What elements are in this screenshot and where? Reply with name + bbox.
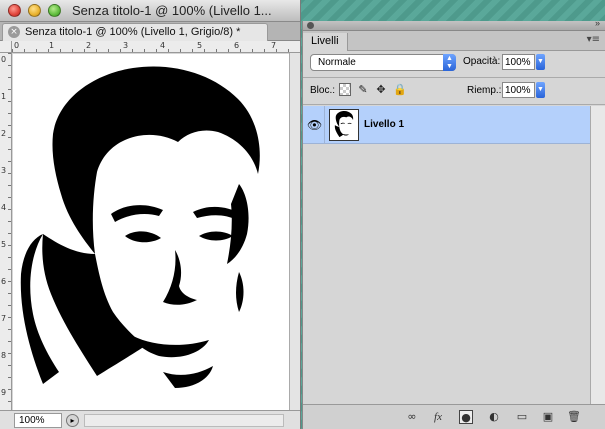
lock-position-icon[interactable]: ✥ bbox=[375, 83, 387, 96]
new-layer-icon[interactable]: ▣ bbox=[541, 410, 555, 424]
divider bbox=[303, 104, 605, 105]
lock-transparent-pixels-icon[interactable] bbox=[339, 83, 351, 96]
layer-thumbnail[interactable] bbox=[329, 109, 359, 141]
lock-image-pixels-icon[interactable]: ✎ bbox=[357, 83, 369, 96]
trash-icon[interactable]: 🗑 bbox=[567, 410, 581, 424]
layer-visibility-toggle[interactable]: 👁 bbox=[303, 106, 325, 144]
layer-row[interactable]: 👁 Livello 1 bbox=[303, 106, 590, 144]
select-arrows-icon: ▲ ▼ bbox=[443, 54, 456, 71]
ruler-tick: 7 bbox=[1, 314, 7, 323]
link-layers-icon[interactable]: ∞ bbox=[405, 410, 419, 424]
ruler-tick: 3 bbox=[123, 41, 129, 50]
document-status-bar: 100% ▸ bbox=[0, 410, 300, 429]
zoom-window-button[interactable] bbox=[48, 4, 61, 17]
ruler-tick: 6 bbox=[1, 277, 7, 286]
ruler-tick: 8 bbox=[1, 351, 7, 360]
lock-label: Bloc.: bbox=[310, 85, 336, 96]
layers-scrollbar[interactable] bbox=[590, 106, 605, 404]
opacity-dropdown-icon[interactable]: ▼ bbox=[536, 54, 545, 70]
divider bbox=[303, 77, 605, 78]
vertical-ruler[interactable]: 0 1 2 3 4 5 6 7 8 9 bbox=[0, 53, 12, 410]
ruler-tick: 5 bbox=[197, 41, 203, 50]
ruler-tick: 0 bbox=[1, 55, 7, 64]
fill-dropdown-icon[interactable]: ▼ bbox=[536, 82, 545, 98]
close-window-button[interactable] bbox=[8, 4, 21, 17]
document-canvas[interactable] bbox=[13, 54, 289, 410]
opacity-field[interactable]: 100% bbox=[502, 54, 535, 70]
panel-close-icon[interactable] bbox=[307, 22, 314, 29]
ruler-tick: 1 bbox=[1, 92, 7, 101]
panel-tabbar: Livelli ▾≡ bbox=[303, 31, 605, 51]
tab-close-icon[interactable]: × bbox=[8, 26, 20, 38]
lock-all-icon[interactable]: 🔒 bbox=[393, 83, 407, 96]
fill-label: Riemp.: bbox=[467, 85, 502, 96]
new-group-icon[interactable]: ▭ bbox=[515, 410, 529, 424]
ruler-tick: 2 bbox=[1, 129, 7, 138]
ruler-tick: 4 bbox=[160, 41, 166, 50]
horizontal-scrollbar[interactable] bbox=[84, 414, 284, 427]
ruler-origin[interactable] bbox=[0, 41, 12, 53]
minimize-window-button[interactable] bbox=[28, 4, 41, 17]
ruler-tick: 7 bbox=[271, 41, 277, 50]
document-window: Senza titolo-1 @ 100% (Livello 1... × Se… bbox=[0, 0, 301, 429]
zoom-field[interactable]: 100% bbox=[14, 413, 62, 428]
portrait-artwork bbox=[20, 66, 260, 388]
layer-name[interactable]: Livello 1 bbox=[364, 119, 404, 130]
add-mask-icon[interactable]: ● bbox=[459, 410, 473, 424]
collapse-panel-icon[interactable]: » bbox=[595, 18, 600, 28]
horizontal-ruler[interactable]: 0 1 2 3 4 5 6 7 bbox=[12, 41, 300, 53]
document-tab[interactable]: × Senza titolo-1 @ 100% (Livello 1, Grig… bbox=[2, 23, 268, 41]
window-title: Senza titolo-1 @ 100% (Livello 1... bbox=[72, 3, 272, 18]
vertical-scrollbar[interactable] bbox=[289, 53, 300, 410]
fx-icon[interactable]: fx bbox=[431, 410, 445, 424]
panel-menu-icon[interactable]: ▾≡ bbox=[587, 34, 600, 45]
status-info-icon[interactable]: ▸ bbox=[66, 414, 79, 427]
ruler-tick: 3 bbox=[1, 166, 7, 175]
document-tabbar: × Senza titolo-1 @ 100% (Livello 1, Grig… bbox=[0, 22, 300, 41]
layers-panel: » Livelli ▾≡ Normale ▲ ▼ Opacità: 100% ▼ … bbox=[302, 18, 605, 429]
ruler-tick: 9 bbox=[1, 388, 7, 397]
panel-titlebar[interactable]: » bbox=[303, 18, 605, 31]
tab-layers[interactable]: Livelli bbox=[303, 33, 348, 51]
adjustment-layer-icon[interactable]: ◐ bbox=[487, 410, 501, 424]
ruler-tick: 2 bbox=[86, 41, 92, 50]
ruler-tick: 4 bbox=[1, 203, 7, 212]
ruler-tick: 6 bbox=[234, 41, 240, 50]
blend-mode-select[interactable]: Normale ▲ ▼ bbox=[310, 54, 456, 71]
ruler-tick: 5 bbox=[1, 240, 7, 249]
ruler-tick: 1 bbox=[49, 41, 55, 50]
opacity-label: Opacità: bbox=[463, 56, 501, 67]
ruler-tick: 0 bbox=[14, 41, 20, 50]
thumbnail-artwork bbox=[334, 111, 354, 138]
document-titlebar[interactable]: Senza titolo-1 @ 100% (Livello 1... bbox=[0, 0, 300, 22]
layers-footer: ∞ fx ● ◐ ▭ ▣ 🗑 bbox=[303, 404, 605, 429]
eye-icon: 👁 bbox=[307, 118, 323, 132]
blend-mode-value: Normale bbox=[318, 57, 356, 68]
document-tab-label: Senza titolo-1 @ 100% (Livello 1, Grigio… bbox=[25, 26, 241, 38]
fill-field[interactable]: 100% bbox=[502, 82, 535, 98]
